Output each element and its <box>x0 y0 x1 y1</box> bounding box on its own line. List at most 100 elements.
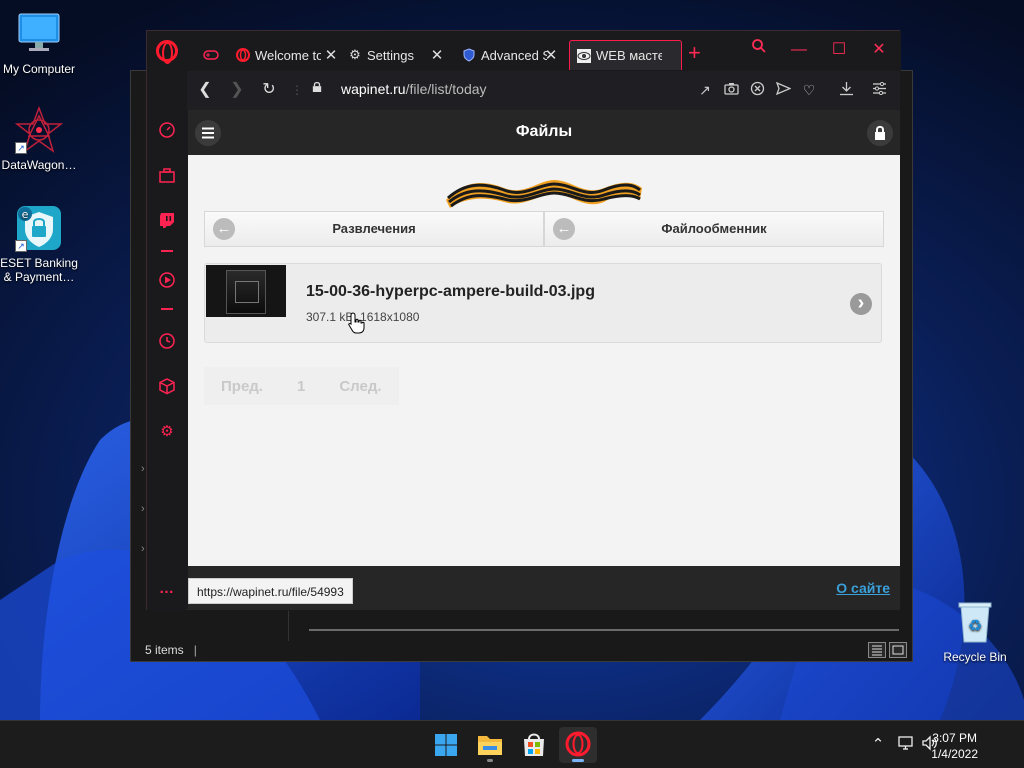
address-bar: ❮ ❯ ↻ ⋮ wapinet.ru/file/list/today ↗ ♡ <box>187 71 900 110</box>
arrow-left-icon <box>553 218 575 240</box>
close-icon[interactable]: ✕ <box>543 46 559 64</box>
close-icon[interactable]: ✕ <box>429 46 445 64</box>
pane-divider <box>288 611 289 641</box>
nav-label: Развлечения <box>332 221 416 236</box>
nav-label: Файлообменник <box>661 221 767 236</box>
horizontal-scrollbar[interactable] <box>309 629 899 631</box>
new-tab-button[interactable]: + <box>688 40 701 66</box>
url-host: wapinet.ru <box>341 81 406 97</box>
clock-time: 3:07 PM <box>932 731 977 745</box>
opera-icon <box>235 47 251 63</box>
player-icon[interactable] <box>157 271 177 291</box>
file-name: 15-00-36-hyperpc-ampere-build-03.jpg <box>306 283 595 300</box>
briefcase-icon[interactable] <box>157 167 177 187</box>
shield-icon <box>461 47 477 63</box>
item-count: 5 items <box>145 643 184 657</box>
opera-sidebar: ⚙ … <box>147 71 187 611</box>
close-icon[interactable]: ✕ <box>323 46 339 64</box>
back-button[interactable]: ❮ <box>195 80 215 100</box>
explorer-status-bar: 5 items | <box>145 643 197 657</box>
history-clock-icon[interactable] <box>157 332 177 352</box>
forward-button[interactable]: ❯ <box>227 80 247 100</box>
desktop-icon-my-computer[interactable]: My Computer <box>0 10 81 76</box>
chevron-right-icon[interactable]: › <box>141 463 145 475</box>
maximize-button[interactable]: ☐ <box>825 37 853 63</box>
arrow-left-icon <box>213 218 235 240</box>
pagination: Пред. 1 След. <box>204 367 399 405</box>
windows-logo-icon <box>435 734 457 756</box>
desktop-icon-label: ESET Banking & Payment… <box>0 256 78 284</box>
tab-advanced[interactable]: Advanced S ✕ <box>455 40 561 70</box>
reload-button[interactable]: ↻ <box>259 80 279 100</box>
site-header: Файлы <box>188 110 900 155</box>
url-field[interactable]: wapinet.ru/file/list/today <box>341 81 487 97</box>
nav-back-entertainment[interactable]: Развлечения <box>204 211 544 247</box>
login-button[interactable] <box>867 120 893 146</box>
tab-label: Welcome to <box>255 47 321 63</box>
download-icon[interactable] <box>837 81 855 99</box>
sidebar-divider <box>161 250 173 252</box>
pager-current: 1 <box>296 377 306 395</box>
gamepad-icon <box>203 47 219 63</box>
chevron-right-icon[interactable]: › <box>141 503 145 515</box>
close-window-button[interactable]: ✕ <box>865 37 893 63</box>
chevron-right-icon[interactable]: › <box>141 543 145 555</box>
clock[interactable]: 3:07 PM 1/4/2022 <box>931 730 978 762</box>
recycle-bin-icon: ♻ <box>951 598 999 646</box>
cube-icon[interactable] <box>157 377 177 397</box>
send-icon[interactable] <box>774 81 792 99</box>
opera-taskbar-button[interactable] <box>559 727 597 763</box>
gear-icon[interactable]: ⚙ <box>157 422 177 442</box>
shortcut-arrow-icon: ↗ <box>15 142 27 154</box>
minimize-button[interactable]: — <box>785 37 813 63</box>
tab-strip: Welcome to ✕ ⚙ Settings ✕ Advanced S ✕ W… <box>147 31 901 71</box>
twitch-icon[interactable] <box>157 211 177 231</box>
store-button[interactable] <box>515 727 553 763</box>
monitor-icon <box>15 10 63 58</box>
share-icon[interactable]: ↗ <box>696 81 714 99</box>
tab-label: Advanced S <box>481 47 547 63</box>
thumbnail-view-button[interactable] <box>889 642 907 658</box>
nav-back-file-sharing[interactable]: Файлообменник <box>544 211 884 247</box>
about-link[interactable]: О сайте <box>836 580 890 596</box>
speedometer-icon[interactable] <box>157 121 177 141</box>
file-explorer-button[interactable] <box>471 727 509 763</box>
url-path: /file/list/today <box>405 81 487 97</box>
hand-cursor-icon <box>348 312 365 334</box>
tab-settings[interactable]: ⚙ Settings ✕ <box>341 40 447 70</box>
svg-text:e: e <box>22 208 29 221</box>
easy-setup-icon[interactable] <box>870 81 888 99</box>
show-hidden-icons-button[interactable]: ⌃ <box>868 735 888 753</box>
eset-shield-icon: e ↗ <box>15 204 63 252</box>
file-list-item[interactable]: 15-00-36-hyperpc-ampere-build-03.jpg 307… <box>204 263 882 343</box>
desktop-icon-label: My Computer <box>2 62 76 76</box>
gear-icon: ⚙ <box>349 47 361 62</box>
more-dots-icon[interactable]: … <box>157 579 177 599</box>
gx-corner-tab[interactable] <box>197 40 227 70</box>
speed-dial-dots-icon[interactable]: ⋮ <box>287 80 307 100</box>
opera-browser-window[interactable]: Welcome to ✕ ⚙ Settings ✕ Advanced S ✕ W… <box>146 30 901 611</box>
pager-prev[interactable]: Пред. <box>204 378 280 395</box>
list-icon <box>872 645 882 656</box>
heart-icon[interactable]: ♡ <box>800 81 818 99</box>
camera-icon[interactable] <box>722 81 740 99</box>
pager-next[interactable]: След. <box>322 378 398 395</box>
ad-block-icon[interactable] <box>748 81 766 99</box>
desktop-icon-eset-banking[interactable]: e ↗ ESET Banking & Payment… <box>0 204 81 284</box>
lock-icon[interactable] <box>312 82 322 92</box>
network-icon[interactable] <box>896 735 916 755</box>
datawagon-icon: ↗ <box>14 105 64 154</box>
start-button[interactable] <box>427 727 465 763</box>
desktop-icon-label: DataWagon… <box>1 158 77 172</box>
opera-menu-button[interactable] <box>156 40 178 64</box>
tab-web-master[interactable]: WEB масте <box>569 40 682 70</box>
desktop-icon-recycle-bin[interactable]: ♻ Recycle Bin <box>933 598 1017 664</box>
tab-welcome[interactable]: Welcome to ✕ <box>229 40 341 70</box>
details-view-button[interactable] <box>868 642 886 658</box>
eye-icon <box>576 48 592 64</box>
chevron-right-icon[interactable] <box>850 293 872 315</box>
folder-icon <box>478 736 502 755</box>
desktop-icon-datawagon[interactable]: ↗ DataWagon… <box>0 105 81 172</box>
search-tabs-icon[interactable] <box>745 37 773 63</box>
tiles-icon <box>892 645 904 655</box>
